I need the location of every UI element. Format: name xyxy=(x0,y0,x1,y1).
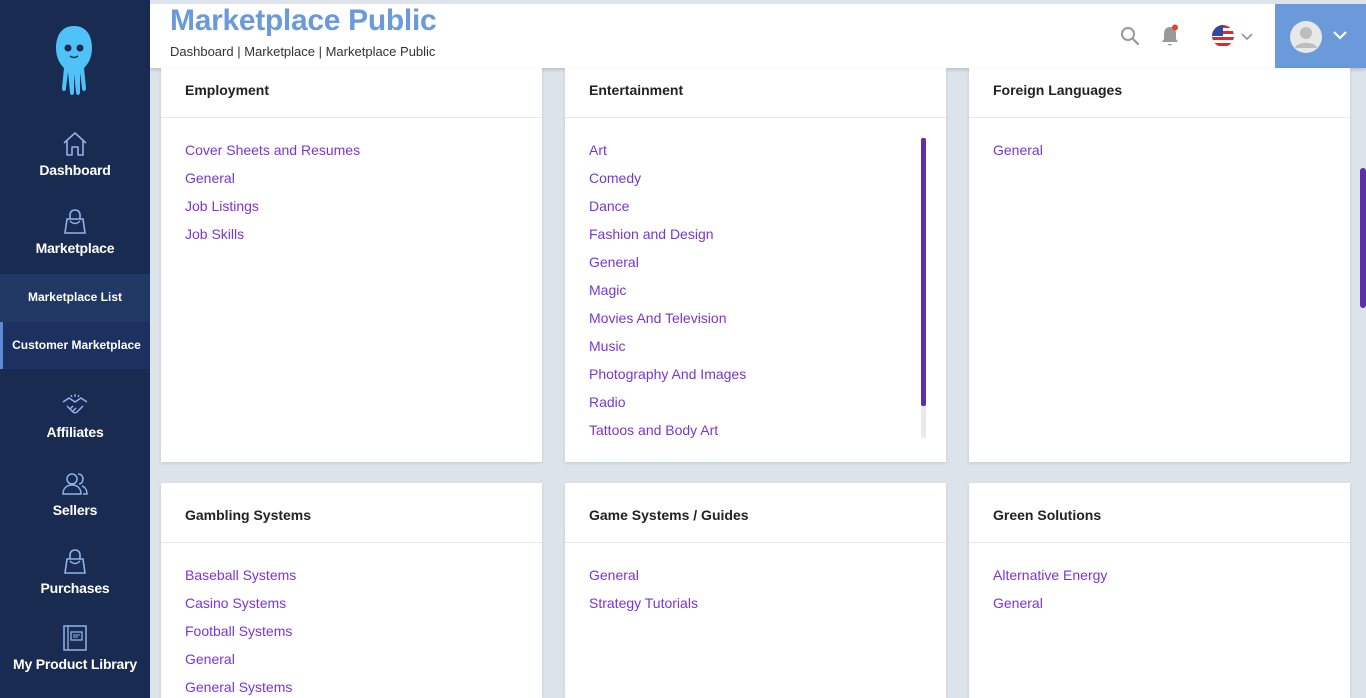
nav-my-product-library-label: My Product Library xyxy=(13,656,137,672)
nav-dashboard-label: Dashboard xyxy=(39,162,111,178)
card-scrollbar-thumb[interactable] xyxy=(921,138,926,406)
shopping-bag-icon xyxy=(64,209,86,234)
category-link[interactable]: General Systems xyxy=(185,679,292,695)
category-card-gambling-systems: Gambling Systems Baseball Systems Casino… xyxy=(161,483,542,698)
card-divider xyxy=(161,117,542,118)
sub-item-customer-marketplace[interactable]: Customer Marketplace xyxy=(0,322,150,369)
category-link[interactable]: Fashion and Design xyxy=(589,226,714,242)
card-title: Foreign Languages xyxy=(993,82,1123,98)
category-card-foreign-languages: Foreign Languages General xyxy=(969,68,1350,462)
card-divider xyxy=(969,542,1350,543)
page-scrollbar-thumb[interactable] xyxy=(1360,168,1366,308)
book-icon xyxy=(63,625,87,651)
category-card-employment: Employment Cover Sheets and Resumes Gene… xyxy=(161,68,542,462)
category-link[interactable]: Art xyxy=(589,142,607,158)
category-link[interactable]: Baseball Systems xyxy=(185,567,296,583)
category-link[interactable]: General xyxy=(993,142,1043,158)
category-link[interactable]: Football Systems xyxy=(185,623,292,639)
us-flag-language-icon[interactable] xyxy=(1210,24,1258,48)
nav-affiliates-label: Affiliates xyxy=(46,424,104,440)
category-link[interactable]: Magic xyxy=(589,282,626,298)
nav-purchases[interactable]: Purchases xyxy=(0,548,150,596)
category-link[interactable]: General xyxy=(589,567,639,583)
category-link[interactable]: General xyxy=(185,170,235,186)
user-menu[interactable] xyxy=(1275,4,1366,68)
card-title: Green Solutions xyxy=(993,507,1102,523)
top-header: Marketplace Public Dashboard | Marketpla… xyxy=(150,4,1366,68)
category-link[interactable]: Cover Sheets and Resumes xyxy=(185,142,360,158)
shopping-bag-icon xyxy=(64,549,86,574)
sidebar: Dashboard Marketplace Marketplace List C… xyxy=(0,0,150,698)
search-icon[interactable] xyxy=(1120,26,1140,46)
category-link[interactable]: Music xyxy=(589,338,626,354)
category-link[interactable]: Photography And Images xyxy=(589,366,746,382)
category-card-game-systems-guides: Game Systems / Guides General Strategy T… xyxy=(565,483,946,698)
card-title: Entertainment xyxy=(589,82,684,98)
nav-dashboard[interactable]: Dashboard xyxy=(0,130,150,178)
category-link[interactable]: Job Skills xyxy=(185,226,244,242)
avatar xyxy=(1290,21,1322,53)
category-link[interactable]: Casino Systems xyxy=(185,595,286,611)
nav-sellers[interactable]: Sellers xyxy=(0,470,150,518)
nav-marketplace[interactable]: Marketplace xyxy=(0,208,150,256)
category-link[interactable]: General xyxy=(185,651,235,667)
category-link[interactable]: General xyxy=(589,254,639,270)
chevron-down-icon xyxy=(1333,31,1347,40)
nav-affiliates[interactable]: Affiliates xyxy=(0,392,150,440)
card-divider xyxy=(565,117,946,118)
notification-bell-icon[interactable] xyxy=(1160,24,1180,48)
category-link[interactable]: General xyxy=(993,595,1043,611)
category-link[interactable]: Alternative Energy xyxy=(993,567,1107,583)
nav-sellers-label: Sellers xyxy=(52,502,98,518)
marketplace-submenu: Marketplace List Customer Marketplace xyxy=(0,274,150,369)
handshake-icon xyxy=(62,394,88,414)
page-title: Marketplace Public xyxy=(170,4,437,37)
nav-my-product-library[interactable]: My Product Library xyxy=(0,624,150,672)
category-card-entertainment: Entertainment Art Comedy Dance Fashion a… xyxy=(565,68,946,462)
category-link[interactable]: Tattoos and Body Art xyxy=(589,422,718,438)
category-link[interactable]: Movies And Television xyxy=(589,310,726,326)
card-title: Game Systems / Guides xyxy=(589,507,749,523)
category-link[interactable]: Strategy Tutorials xyxy=(589,595,698,611)
category-card-green-solutions: Green Solutions Alternative Energy Gener… xyxy=(969,483,1350,698)
card-divider xyxy=(969,117,1350,118)
nav-purchases-label: Purchases xyxy=(40,580,110,596)
nav-marketplace-label: Marketplace xyxy=(35,240,115,256)
users-icon xyxy=(62,473,88,495)
sub-item-marketplace-list[interactable]: Marketplace List xyxy=(0,274,150,321)
card-title: Employment xyxy=(185,82,270,98)
card-divider xyxy=(565,542,946,543)
category-link[interactable]: Dance xyxy=(589,198,629,214)
category-link[interactable]: Job Listings xyxy=(185,198,259,214)
category-link[interactable]: Comedy xyxy=(589,170,641,186)
category-link[interactable]: Radio xyxy=(589,394,626,410)
home-icon xyxy=(63,132,87,156)
card-divider xyxy=(161,542,542,543)
octopus-logo-icon[interactable] xyxy=(50,22,98,96)
card-title: Gambling Systems xyxy=(185,507,312,523)
breadcrumb: Dashboard | Marketplace | Marketplace Pu… xyxy=(170,44,436,59)
